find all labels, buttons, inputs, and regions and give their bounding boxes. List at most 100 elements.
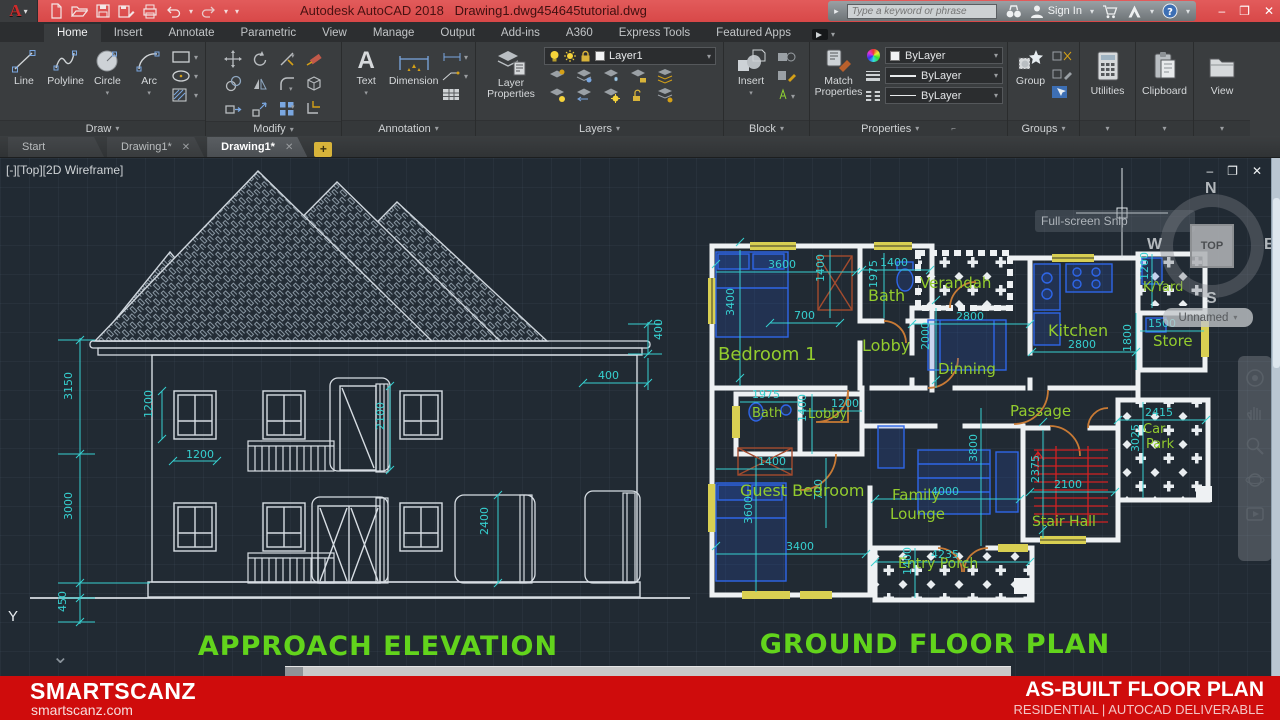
- layer-freeze-icon[interactable]: [602, 68, 620, 84]
- save-as-icon[interactable]: [118, 3, 135, 19]
- command-line-bar[interactable]: [285, 666, 1011, 676]
- layer-state-icon[interactable]: [656, 87, 674, 103]
- layer-properties-button[interactable]: Layer Properties: [480, 45, 542, 120]
- recorder-plugin[interactable]: ▾: [812, 29, 835, 40]
- copy-tool-icon[interactable]: [220, 72, 246, 96]
- navigation-bar[interactable]: [1238, 356, 1272, 561]
- dimension-button[interactable]: Dimension: [388, 45, 439, 120]
- layer-isolate-icon[interactable]: [575, 68, 593, 84]
- arc-button[interactable]: Arc ▾: [129, 45, 169, 120]
- undo-icon[interactable]: [165, 3, 182, 19]
- rectangle-tool-icon[interactable]: ▾: [171, 49, 201, 64]
- viewcube-top-face[interactable]: TOP: [1190, 224, 1234, 268]
- layer-dropdown[interactable]: Layer1 ▾: [544, 47, 716, 65]
- group-button[interactable]: Group: [1012, 45, 1049, 120]
- doc-close-button[interactable]: ✕: [1252, 164, 1262, 178]
- panel-title-draw[interactable]: Draw▾: [0, 120, 205, 136]
- viewcube-west[interactable]: W: [1147, 236, 1162, 254]
- panel-title-utilities[interactable]: ▾: [1080, 120, 1135, 136]
- sign-in-dropdown-icon[interactable]: ▾: [1090, 7, 1094, 16]
- close-tab-icon[interactable]: ✕: [285, 142, 293, 153]
- file-tab-2[interactable]: Drawing1*✕: [207, 137, 307, 157]
- viewcube[interactable]: N W E S TOP: [1152, 186, 1272, 306]
- close-tab-icon[interactable]: ✕: [182, 142, 190, 153]
- polyline-button[interactable]: Polyline: [46, 45, 86, 120]
- utilities-button[interactable]: Utilities: [1084, 45, 1131, 120]
- infocenter-expander-icon[interactable]: ▸: [834, 6, 839, 17]
- ungroup-icon[interactable]: [1051, 49, 1075, 63]
- lineweight-dropdown[interactable]: ByLayer ▾: [885, 67, 1003, 84]
- viewcube-south[interactable]: S: [1206, 290, 1217, 308]
- object-color-dropdown[interactable]: ByLayer ▾: [885, 47, 1003, 64]
- ribbon-tab-output[interactable]: Output: [427, 24, 488, 42]
- match-properties-button[interactable]: Match Properties: [814, 45, 863, 120]
- ribbon-tab-view[interactable]: View: [309, 24, 360, 42]
- linetype-dropdown[interactable]: ByLayer ▾: [885, 87, 1003, 104]
- app-store-cart-icon[interactable]: [1102, 4, 1119, 19]
- viewcube-north[interactable]: N: [1205, 180, 1217, 198]
- new-drawing-tab-button[interactable]: +: [314, 142, 332, 157]
- close-button[interactable]: ✕: [1264, 4, 1274, 18]
- showmotion-icon[interactable]: [1245, 504, 1265, 524]
- autodesk-a360-icon[interactable]: [1127, 4, 1142, 19]
- panel-title-view[interactable]: ▾: [1194, 120, 1250, 136]
- rotate-tool-icon[interactable]: [247, 47, 273, 71]
- line-button[interactable]: Line: [4, 45, 44, 120]
- doc-minimize-button[interactable]: –: [1206, 164, 1213, 178]
- offset-tool-icon[interactable]: [301, 97, 327, 121]
- leader-icon[interactable]: ▾: [441, 68, 471, 83]
- undo-dropdown-icon[interactable]: ▾: [189, 7, 193, 16]
- trim-tool-icon[interactable]: ▾: [274, 47, 300, 71]
- orbit-icon[interactable]: [1245, 470, 1265, 490]
- app-menu-button[interactable]: A▾: [0, 0, 38, 22]
- vertical-scrollbar[interactable]: [1271, 158, 1280, 676]
- ellipse-tool-icon[interactable]: ▾: [171, 68, 201, 83]
- ribbon-tab-parametric[interactable]: Parametric: [228, 24, 310, 42]
- text-button[interactable]: A Text ▾: [346, 45, 386, 120]
- model-space[interactable]: 400400315012001200210030002400450 APPROA…: [0, 158, 1280, 676]
- panel-title-groups[interactable]: Groups▾: [1008, 120, 1079, 136]
- move-tool-icon[interactable]: [220, 47, 246, 71]
- erase-tool-icon[interactable]: [301, 47, 327, 71]
- minimize-button[interactable]: –: [1218, 4, 1225, 18]
- circle-button[interactable]: Circle ▾: [88, 45, 128, 120]
- search-binoculars-icon[interactable]: [1005, 4, 1022, 19]
- ribbon-tab-featured-apps[interactable]: Featured Apps: [703, 24, 804, 42]
- new-file-icon[interactable]: [48, 3, 64, 19]
- array-tool-icon[interactable]: ▾: [274, 97, 300, 121]
- group-selection-icon[interactable]: [1051, 85, 1075, 99]
- stretch-tool-icon[interactable]: [220, 97, 246, 121]
- layer-lock-icon[interactable]: [629, 68, 647, 84]
- layer-thaw-icon[interactable]: [602, 87, 620, 103]
- file-tab-1[interactable]: Drawing1*✕: [107, 137, 204, 157]
- doc-restore-button[interactable]: ❐: [1227, 164, 1238, 178]
- hatch-tool-icon[interactable]: ▾: [171, 87, 201, 102]
- ribbon-tab-a360[interactable]: A360: [553, 24, 606, 42]
- fillet-tool-icon[interactable]: ▾: [274, 72, 300, 96]
- table-icon[interactable]: [441, 87, 471, 102]
- ribbon-tab-home[interactable]: Home: [44, 24, 101, 42]
- ribbon-tab-annotate[interactable]: Annotate: [155, 24, 227, 42]
- ribbon-tab-manage[interactable]: Manage: [360, 24, 428, 42]
- layer-match-icon[interactable]: [656, 68, 674, 84]
- panel-title-modify[interactable]: Modify▾: [206, 121, 341, 136]
- view-name-pill[interactable]: Unnamed▾: [1163, 308, 1253, 327]
- open-file-icon[interactable]: [71, 3, 88, 19]
- linear-dim-icon[interactable]: ▾: [441, 49, 471, 64]
- scrollbar-thumb[interactable]: [1273, 198, 1280, 368]
- panel-launcher-icon[interactable]: ⌐: [951, 124, 956, 133]
- pan-hand-icon[interactable]: [1245, 402, 1265, 422]
- help-icon[interactable]: ?: [1162, 3, 1178, 19]
- help-dropdown-icon[interactable]: ▾: [1186, 7, 1190, 16]
- print-icon[interactable]: [142, 3, 158, 19]
- panel-title-layers[interactable]: Layers▾: [476, 120, 723, 136]
- viewport-controls[interactable]: [-][Top][2D Wireframe]: [6, 163, 123, 177]
- redo-dropdown-icon[interactable]: ▾: [224, 7, 228, 16]
- panel-title-block[interactable]: Block▾: [724, 120, 809, 136]
- navigation-wheel-icon[interactable]: [1245, 368, 1265, 388]
- mirror-tool-icon[interactable]: [247, 72, 273, 96]
- edit-attribute-icon[interactable]: [776, 68, 802, 83]
- a360-dropdown-icon[interactable]: ▾: [1150, 7, 1154, 16]
- create-block-icon[interactable]: [776, 49, 802, 64]
- ribbon-tab-insert[interactable]: Insert: [101, 24, 156, 42]
